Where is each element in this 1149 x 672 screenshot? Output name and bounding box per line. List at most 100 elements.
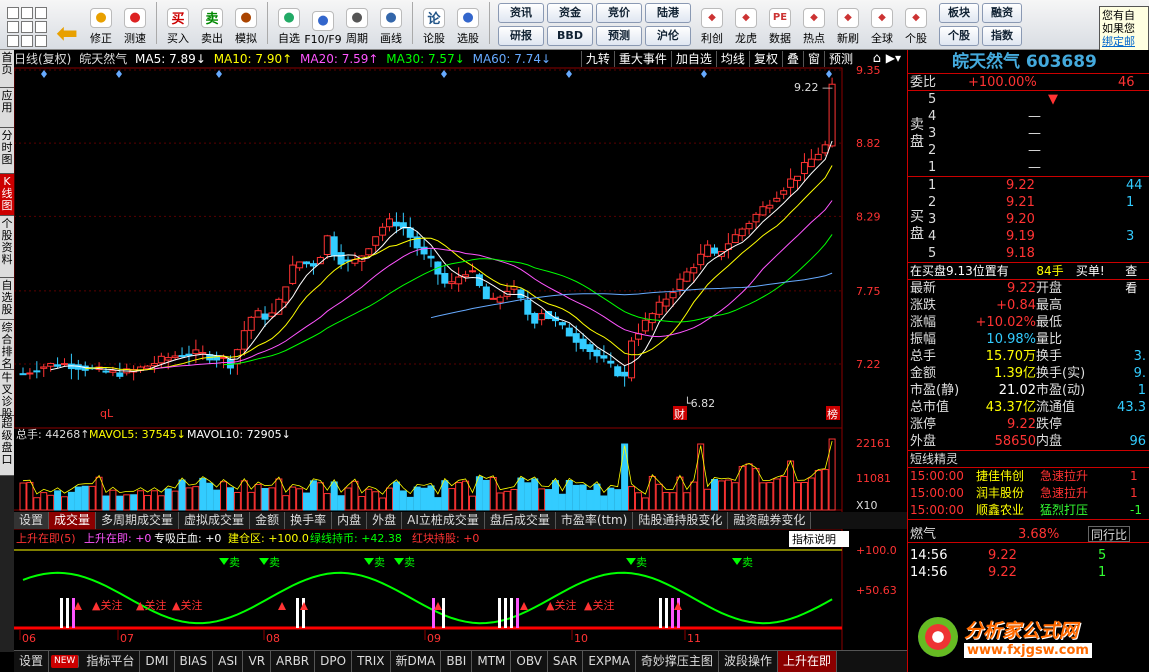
toolbar-watchlist-button[interactable]: ● 自选 <box>273 2 305 48</box>
toolbar-sell-button[interactable]: 卖卖出 <box>196 2 228 48</box>
indicator-tab[interactable]: 盘后成交量 <box>484 512 556 529</box>
ask-row[interactable]: 2— <box>908 142 1149 159</box>
indicator-tab[interactable]: 金额 <box>250 512 286 529</box>
bottom-tab[interactable]: EXPMA <box>583 651 636 672</box>
short-line-item[interactable]: 15:00:00 捷佳伟创 急速拉升 1 <box>908 468 1149 485</box>
left-tab[interactable]: 超级盘口 <box>0 416 14 476</box>
bottom-tab[interactable]: MTM <box>472 651 512 672</box>
kline-chart-area[interactable]: 日线(复权) 皖天然气 MA5: 7.89↓ MA10: 7.90↑ MA20:… <box>14 50 907 652</box>
bottom-tab[interactable]: 设置 <box>14 651 50 672</box>
bid-row[interactable]: 4 9.19 3 <box>908 228 1149 245</box>
market-button[interactable]: 融资 <box>982 3 1022 23</box>
toolbar-select-stock-button[interactable]: ● 选股 <box>452 2 484 48</box>
event-diamond-icon[interactable] <box>566 70 572 78</box>
bottom-tab[interactable]: 新DMA <box>391 651 442 672</box>
short-line-item[interactable]: 15:00:00 润丰股份 急速拉升 1 <box>908 485 1149 502</box>
bid-row[interactable]: 2 9.21 1 <box>908 194 1149 211</box>
left-tab[interactable]: 首页 <box>0 50 14 88</box>
toolbar-new-button[interactable]: ◆ 新刷 <box>832 2 864 48</box>
short-line-item[interactable]: 15:00:00 顺鑫农业 猛烈打压 -1 <box>908 502 1149 519</box>
peer-compare-tab[interactable]: 同行比 <box>1088 526 1131 542</box>
bottom-tab[interactable]: ASI <box>213 651 244 672</box>
left-tab[interactable]: 综合排名 <box>0 320 14 370</box>
chevron-down-icon[interactable]: ▼ <box>1048 91 1058 108</box>
bottom-tab[interactable]: 上升在即 <box>777 651 837 672</box>
indicator-tab[interactable]: 多周期成交量 <box>96 512 180 529</box>
toolbar-data-pe-button[interactable]: PE 数据 <box>764 2 796 48</box>
bottom-tab[interactable]: OBV <box>511 651 548 672</box>
indicator-tab[interactable]: 融资融券变化 <box>728 512 812 529</box>
market-button[interactable]: 指数 <box>982 26 1022 46</box>
left-tab[interactable]: 自选股 <box>0 278 14 320</box>
bottom-tab[interactable]: DMI <box>140 651 175 672</box>
info-button[interactable]: 资金 <box>547 3 593 23</box>
bottom-tab[interactable]: ARBR <box>271 651 316 672</box>
ask-row[interactable]: 3— <box>908 125 1149 142</box>
toolbar-pencil-button[interactable]: ● 画线 <box>375 2 407 48</box>
info-button[interactable]: 陆港 <box>645 3 691 23</box>
info-button[interactable]: 资讯 <box>498 3 544 23</box>
bid-row[interactable]: 1 9.22 44 <box>908 177 1149 194</box>
market-button[interactable]: 个股 <box>939 26 979 46</box>
ask-row[interactable]: 1— <box>908 159 1149 176</box>
toolbar-buy-button[interactable]: 买买入 <box>162 2 194 48</box>
bottom-tab[interactable]: 波段操作 <box>719 651 778 672</box>
cai-marker[interactable]: 财 <box>674 407 685 421</box>
indicator-tab[interactable]: 换手率 <box>285 512 333 529</box>
bottom-tab[interactable]: 奇妙撑压主图 <box>636 651 719 672</box>
toolbar-hot-button[interactable]: ◆ 热点 <box>798 2 830 48</box>
tooltip-link[interactable]: 绑定邮 <box>1102 35 1146 48</box>
event-diamond-icon[interactable] <box>41 70 47 78</box>
bottom-tab[interactable]: VR <box>243 651 272 672</box>
left-tab[interactable]: 牛叉诊股 <box>0 370 14 420</box>
info-button[interactable]: 沪伦 <box>645 26 691 46</box>
info-button[interactable]: 研报 <box>498 26 544 46</box>
event-diamond-icon[interactable] <box>701 70 707 78</box>
back-button[interactable]: ⬅ <box>51 2 83 49</box>
bottom-tab[interactable]: TRIX <box>352 651 391 672</box>
indicator-tab[interactable]: 市盈率(ttm) <box>555 512 634 529</box>
bottom-tab[interactable]: 指标平台 <box>81 651 141 672</box>
indicator-help-button[interactable]: 指标说明 <box>792 532 836 546</box>
toolbar-globe-button[interactable]: ◆ 全球 <box>866 2 898 48</box>
indicator-tab[interactable]: 成交量 <box>49 512 97 529</box>
left-tab[interactable]: 个股资料 <box>0 216 14 278</box>
event-diamond-icon[interactable] <box>826 70 832 78</box>
toolbar-dragon-tiger-button[interactable]: ◆ 龙虎 <box>730 2 762 48</box>
info-button[interactable]: BBD <box>547 26 593 46</box>
buy-order-alert[interactable]: 在买盘9.13位置有 84手 买单! 查看 <box>908 263 1149 295</box>
toolbar-stopwatch-button[interactable]: ● 测速 <box>119 2 151 48</box>
toolbar-up-down-arrow-button[interactable]: ● 修正 <box>85 2 117 48</box>
bid-row[interactable]: 5 9.18 <box>908 245 1149 262</box>
event-diamond-icon[interactable] <box>216 70 222 78</box>
event-diamond-icon[interactable] <box>441 70 447 78</box>
left-tab[interactable]: 分时图 <box>0 128 14 174</box>
indicator-tab[interactable]: AI立桩成交量 <box>402 512 485 529</box>
bottom-tab[interactable]: NEW <box>51 655 80 668</box>
indicator-tab[interactable]: 虚拟成交量 <box>179 512 251 529</box>
bottom-tab[interactable]: DPO <box>315 651 353 672</box>
info-button[interactable]: 竞价 <box>596 3 642 23</box>
toolbar-stock-button[interactable]: ◆ 个股 <box>900 2 932 48</box>
info-button[interactable]: 预测 <box>596 26 642 46</box>
toolbar-hammer-button[interactable]: ● 模拟 <box>230 2 262 48</box>
toolbar-lichuang-button[interactable]: ◆ 利创 <box>696 2 728 48</box>
indicator-tab[interactable]: 外盘 <box>367 512 403 529</box>
layout-grid-icon[interactable] <box>4 4 50 47</box>
bottom-tab[interactable]: BIAS <box>175 651 214 672</box>
bottom-tab[interactable]: BBI <box>441 651 473 672</box>
left-tab[interactable]: K线图 <box>0 174 14 216</box>
toolbar-discuss-button[interactable]: 论论股 <box>418 2 450 48</box>
bid-row[interactable]: 3 9.20 <box>908 211 1149 228</box>
indicator-tab[interactable]: 内盘 <box>332 512 368 529</box>
market-button[interactable]: 板块 <box>939 3 979 23</box>
toolbar-period-button[interactable]: ● 周期 <box>341 2 373 48</box>
toolbar-f10-button[interactable]: ● F10/F9 <box>304 2 342 48</box>
alert-view-link[interactable]: 查看 <box>1125 263 1149 295</box>
bang-marker[interactable]: 榜 <box>827 407 838 421</box>
left-tab[interactable]: 应用 <box>0 88 14 128</box>
indicator-tab[interactable]: 设置 <box>14 512 50 529</box>
event-diamond-icon[interactable] <box>116 70 122 78</box>
ask-row[interactable]: 4— <box>908 108 1149 125</box>
bottom-tab[interactable]: SAR <box>548 651 584 672</box>
